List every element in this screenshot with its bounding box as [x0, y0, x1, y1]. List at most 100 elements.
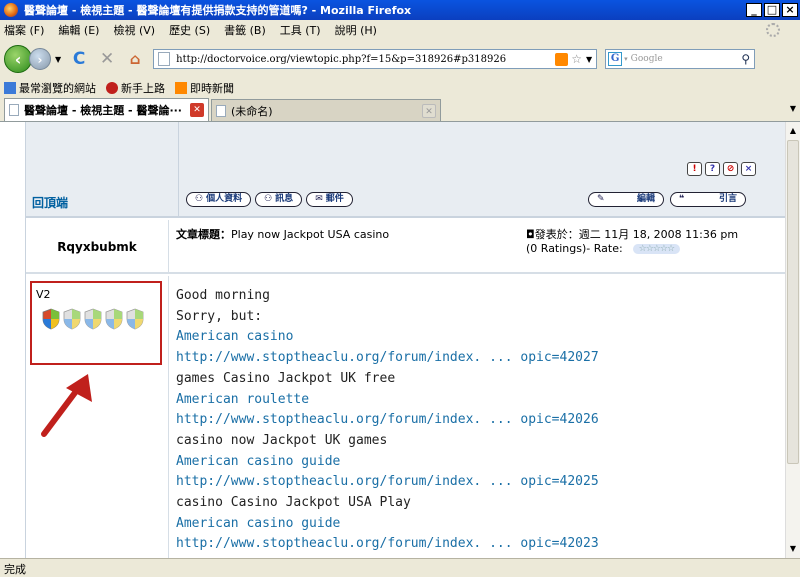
tab-forum[interactable]: 醫聲論壇 - 檢視主題 - 醫聲論··· ✕ — [4, 98, 209, 121]
menu-tools[interactable]: 工具 (T) — [280, 22, 321, 38]
post-date: ◘發表於：週二 11月 18, 2008 11:36 pm — [526, 228, 739, 241]
message-icon: ⚇ — [264, 194, 273, 204]
navigation-bar: ‹ › ▼ C ✕ ⌂ http://doctorvoice.org/viewt… — [0, 40, 800, 78]
vertical-scrollbar[interactable]: ▲ ▼ — [785, 122, 800, 558]
post-link[interactable]: American roulette — [176, 390, 599, 411]
annotation-arrow-icon — [41, 374, 92, 437]
rating-stars[interactable]: ☆☆☆☆☆ — [632, 243, 681, 254]
post-link[interactable]: American casino guide — [176, 452, 599, 473]
bookmark-getting-started[interactable]: 新手上路 — [106, 80, 165, 96]
button-label: 郵件 — [325, 194, 344, 204]
scroll-down-icon[interactable]: ▼ — [786, 542, 800, 556]
url-text[interactable]: http://doctorvoice.org/viewtopic.php?f=1… — [176, 54, 555, 65]
close-tab-icon[interactable]: ✕ — [190, 103, 204, 117]
rss-icon[interactable] — [555, 52, 569, 66]
close-button[interactable]: × — [782, 3, 798, 17]
most-visited-icon — [4, 82, 16, 94]
button-label: 個人資料 — [206, 194, 243, 204]
page-content: ! ? ⊘ × 回頂端 ⚇個人資料 ⚇訊息 ✉郵件 ✎編輯 ❝引言 R — [0, 122, 785, 558]
back-button[interactable]: ‹ — [4, 45, 32, 73]
page-icon — [158, 52, 171, 66]
email-button[interactable]: ✉ 郵件 — [306, 192, 353, 207]
engine-dropdown-icon[interactable]: ▾ — [624, 55, 628, 63]
post-line: Sorry, but: — [176, 308, 263, 324]
post-header-row: Rqyxbubmk 文章標題：Play now Jackpot USA casi… — [26, 220, 785, 274]
tab-label: 醫聲論壇 - 檢視主題 - 醫聲論··· — [24, 104, 182, 117]
menu-bar: 檔案 (F) 編輯 (E) 檢視 (V) 歷史 (S) 書籤 (B) 工具 (T… — [0, 20, 800, 40]
post-link[interactable]: http://www.stoptheaclu.org/forum/index. … — [176, 534, 599, 555]
post-line: casino now Jackpot UK games — [176, 432, 388, 448]
post-author[interactable]: Rqyxbubmk — [26, 240, 168, 254]
stop-icon[interactable]: ✕ — [96, 48, 118, 70]
info-icon[interactable]: ? — [705, 162, 720, 176]
menu-file[interactable]: 檔案 (F) — [4, 22, 44, 38]
edit-button[interactable]: ✎ 編輯 — [588, 192, 664, 207]
post-text: Good morning Sorry, but: American casino ht… — [176, 286, 599, 555]
bookmark-latest-news[interactable]: 即時新聞 — [175, 80, 234, 96]
quote-button[interactable]: ❝ 引言 — [670, 192, 746, 207]
bookmark-most-visited[interactable]: 最常瀏覽的網站 — [4, 80, 96, 96]
pm-button[interactable]: ⚇ 訊息 — [255, 192, 303, 207]
back-to-top-link[interactable]: 回頂端 — [32, 194, 68, 211]
post-toolbar-row: ! ? ⊘ × 回頂端 ⚇ 個人資料 ⚇ 訊息 ✉ 郵件 ✎ 編輯 ❝ 引言 — [26, 122, 785, 218]
menu-bookmarks[interactable]: 書籤 (B) — [224, 22, 266, 38]
menu-help[interactable]: 說明 (H) — [335, 22, 377, 38]
bookmark-star-icon[interactable]: ☆ — [571, 52, 582, 66]
rss-feed-icon — [175, 82, 187, 94]
post-link[interactable]: American casino — [176, 327, 599, 348]
post-rating: (0 Ratings)- Rate: ☆☆☆☆☆ — [526, 242, 681, 255]
post-body-row: V2 Good morning Sorry, but: American casin… — [26, 276, 785, 558]
page-icon — [216, 104, 226, 117]
tab-untitled[interactable]: (未命名) ✕ — [211, 99, 441, 121]
button-label: 引言 — [718, 194, 737, 204]
url-bar[interactable]: http://doctorvoice.org/viewtopic.php?f=1… — [153, 49, 598, 69]
firefox-icon — [4, 3, 18, 17]
window-title: 醫聲論壇 - 檢視主題 - 醫聲論壇有提供捐款支持的管道嗎? - Mozilla… — [24, 4, 412, 17]
google-icon[interactable]: G — [608, 52, 623, 66]
button-label: 編輯 — [636, 194, 655, 204]
reload-icon[interactable]: C — [68, 48, 90, 70]
history-dropdown-icon[interactable]: ▼ — [55, 55, 61, 64]
browser-window: 醫聲論壇 - 檢視主題 - 醫聲論壇有提供捐款支持的管道嗎? - Mozilla… — [0, 0, 800, 576]
maximize-button[interactable]: □ — [764, 3, 780, 17]
post-line: Good morning — [176, 288, 270, 303]
menu-history[interactable]: 歷史 (S) — [169, 22, 210, 38]
search-icon[interactable]: ⚲ — [741, 52, 750, 66]
scroll-up-icon[interactable]: ▲ — [786, 124, 800, 138]
delete-icon[interactable]: × — [741, 162, 756, 176]
page-icon — [9, 104, 19, 116]
profile-button[interactable]: ⚇ 個人資料 — [186, 192, 252, 207]
tab-label: (未命名) — [231, 104, 273, 118]
post-action-buttons: ✎ 編輯 ❝ 引言 — [588, 192, 746, 207]
close-tab-icon[interactable]: ✕ — [422, 103, 436, 118]
report-icon[interactable]: ! — [687, 162, 702, 176]
warn-icon[interactable]: ⊘ — [723, 162, 738, 176]
minimize-button[interactable]: _ — [746, 3, 762, 17]
column-divider — [168, 276, 169, 558]
status-bar: 完成 — [0, 558, 800, 576]
mail-icon: ✉ — [315, 194, 323, 204]
quote-icon: ❝ — [679, 194, 685, 204]
post-link[interactable]: American casino guide — [176, 514, 599, 535]
menu-edit[interactable]: 編輯 (E) — [58, 22, 99, 38]
annotation-box — [30, 281, 162, 365]
post-link[interactable]: http://www.stoptheaclu.org/forum/index. … — [176, 348, 599, 369]
edit-icon: ✎ — [597, 194, 605, 204]
post-link[interactable]: http://www.stoptheaclu.org/forum/index. … — [176, 472, 599, 493]
search-box[interactable]: G ▾ Google ⚲ — [605, 49, 756, 69]
bookmark-label: 最常瀏覽的網站 — [19, 82, 96, 95]
url-dropdown-icon[interactable]: ▼ — [586, 55, 592, 64]
post-tool-icons: ! ? ⊘ × — [687, 162, 756, 176]
throbber-icon — [766, 23, 780, 37]
subject-text: Play now Jackpot USA casino — [231, 228, 390, 241]
tab-list-dropdown-icon[interactable]: ▼ — [790, 104, 796, 113]
profile-buttons: ⚇ 個人資料 ⚇ 訊息 ✉ 郵件 — [186, 192, 353, 207]
forward-button[interactable]: › — [29, 48, 51, 70]
home-icon[interactable]: ⌂ — [124, 48, 146, 70]
menu-view[interactable]: 檢視 (V) — [113, 22, 155, 38]
search-placeholder[interactable]: Google — [631, 54, 663, 64]
post-link[interactable]: http://www.stoptheaclu.org/forum/index. … — [176, 410, 599, 431]
scrollbar-thumb[interactable] — [787, 140, 799, 464]
rating-text: (0 Ratings)- Rate: — [526, 242, 623, 255]
subject-label: 文章標題： — [176, 228, 231, 241]
